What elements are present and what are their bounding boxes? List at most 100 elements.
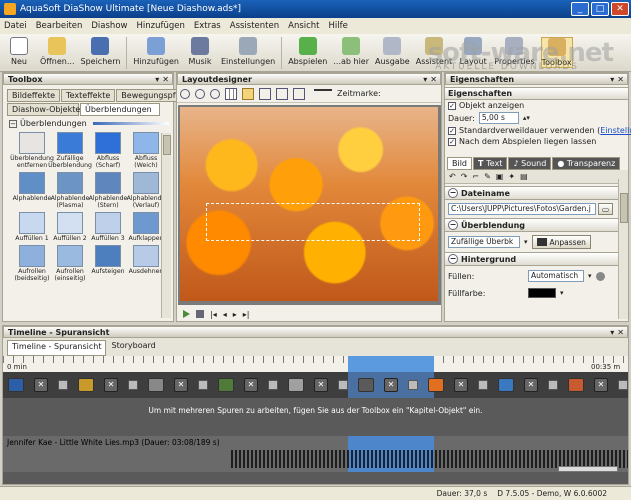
rotate-right-icon[interactable]: ↷ (461, 172, 468, 181)
clip-options-icon[interactable] (338, 380, 348, 390)
section-ueberblendung[interactable]: − Überblendung (445, 218, 628, 232)
edit-icon[interactable]: ✎ (484, 172, 491, 181)
toolbox-scrollbar[interactable] (161, 133, 171, 318)
transition-marker-icon[interactable]: ✕ (34, 378, 48, 392)
first-icon[interactable]: |◂ (210, 310, 217, 319)
tab-storyboard[interactable]: Storyboard (107, 340, 159, 356)
new-button[interactable]: Neu (4, 37, 34, 66)
close-icon[interactable]: ✕ (162, 75, 169, 84)
clip-options-icon[interactable] (548, 380, 558, 390)
fill-color-swatch[interactable] (528, 288, 556, 298)
menu-ansicht[interactable]: Ansicht (288, 21, 319, 31)
duration-spinner[interactable]: ▴▾ (523, 114, 530, 122)
remain-row[interactable]: ✓ Nach dem Abspielen liegen lassen (445, 136, 628, 147)
tab-bildeffekte[interactable]: Bildeffekte (7, 89, 61, 102)
transition-marker-icon[interactable]: ✕ (384, 378, 398, 392)
pin-icon[interactable]: ▾ (610, 75, 614, 84)
file-path-input[interactable]: C:\Users\JUPP\Pictures\Fotos\Garden.j (448, 203, 596, 215)
transition-item[interactable]: Alphablende (13, 172, 51, 209)
transition-item[interactable]: Überblendung entfernen (10, 132, 54, 169)
selection-range[interactable] (348, 356, 434, 372)
duration-input[interactable]: 5,00 s (478, 112, 519, 124)
play-button[interactable]: Abspielen (288, 37, 327, 66)
transition-item[interactable]: Alphablende (Verlauf) (127, 172, 165, 209)
transition-item[interactable]: Auffüllen 2 (53, 212, 87, 242)
close-icon[interactable]: ✕ (430, 75, 437, 84)
close-icon[interactable]: ✕ (617, 75, 624, 84)
menu-bearbeiten[interactable]: Bearbeiten (36, 21, 83, 31)
timeline-clip[interactable] (428, 378, 444, 392)
minimize-button[interactable]: _ (571, 2, 589, 16)
clip-options-icon[interactable] (268, 380, 278, 390)
pin-icon[interactable]: ▾ (155, 75, 159, 84)
align-icon[interactable] (259, 87, 271, 100)
rotate-left-icon[interactable]: ↶ (449, 172, 456, 181)
close-button[interactable]: ✕ (611, 2, 629, 16)
timeline-clip[interactable] (8, 378, 24, 392)
group-header[interactable]: − Überblendungen (9, 119, 169, 128)
section-dateiname[interactable]: − Dateiname (445, 186, 628, 200)
crop-icon[interactable]: ⌐ (472, 172, 479, 181)
transition-marker-icon[interactable]: ✕ (524, 378, 538, 392)
transition-marker-icon[interactable]: ✕ (244, 378, 258, 392)
default-duration-checkbox[interactable]: ✓ (448, 126, 456, 135)
time-ruler[interactable]: 0 min 00:35 m (3, 356, 628, 372)
transition-marker-icon[interactable]: ✕ (314, 378, 328, 392)
maximize-button[interactable]: □ (591, 2, 609, 16)
transition-marker-icon[interactable]: ✕ (594, 378, 608, 392)
collapse-icon[interactable]: − (448, 188, 458, 198)
clip-options-icon[interactable] (198, 380, 208, 390)
timeline-zoom-slider[interactable] (558, 466, 618, 472)
clip-options-icon[interactable] (478, 380, 488, 390)
tab-text[interactable]: T Text (473, 157, 508, 170)
close-icon[interactable]: ✕ (617, 328, 624, 337)
settings-button[interactable]: Einstellungen (221, 37, 275, 66)
add-button[interactable]: Hinzufügen (133, 37, 179, 66)
timeline-clip[interactable] (148, 378, 164, 392)
output-button[interactable]: Ausgabe (375, 37, 410, 66)
tab-texteffekte[interactable]: Texteffekte (61, 89, 116, 102)
transition-item[interactable]: Auffüllen 3 (91, 212, 125, 242)
stop-icon[interactable] (196, 310, 204, 318)
last-icon[interactable]: ▸| (243, 310, 250, 319)
transition-marker-icon[interactable]: ✕ (454, 378, 468, 392)
music-button[interactable]: Musik (185, 37, 215, 66)
transition-marker-icon[interactable]: ✕ (104, 378, 118, 392)
tab-bild[interactable]: Bild (447, 157, 473, 170)
audio-track[interactable]: Jennifer Kae - Little White Lies.mp3 (Da… (3, 436, 628, 472)
transition-item[interactable]: Alphablende (Stern) (89, 172, 127, 209)
transition-item[interactable]: Ausdehnen (129, 245, 163, 282)
timeline-clip[interactable] (568, 378, 584, 392)
chevron-down-icon[interactable]: ▾ (588, 272, 592, 280)
menu-assistenten[interactable]: Assistenten (230, 21, 279, 31)
snap-icon[interactable] (242, 87, 254, 100)
chevron-down-icon[interactable]: ▾ (524, 238, 528, 246)
distribute-icon[interactable] (276, 87, 288, 100)
transition-item[interactable]: Auffüllen 1 (15, 212, 49, 242)
clip-options-icon[interactable] (408, 380, 418, 390)
tab-diashow-objekte[interactable]: Diashow-Objekte (7, 103, 80, 116)
transition-item[interactable]: Abfluss (Weich) (129, 132, 163, 169)
zoom-fit-icon[interactable] (210, 88, 220, 99)
transition-item[interactable]: Aufklappen (129, 212, 164, 242)
adjust-button[interactable]: Anpassen (531, 235, 591, 249)
tab-ueberblendungen[interactable]: Überblendungen (80, 103, 160, 116)
clip-options-icon[interactable] (58, 380, 68, 390)
default-duration-row[interactable]: ✓ Standardverweildauer verwenden (Einstel… (445, 125, 631, 136)
open-button[interactable]: Öffnen... (40, 37, 75, 66)
timeline-clip[interactable] (288, 378, 304, 392)
previous-icon[interactable]: ◂ (223, 310, 227, 319)
section-hintergrund[interactable]: − Hintergrund (445, 252, 628, 266)
transition-item[interactable]: Zufällige Überblendung (48, 132, 92, 169)
timeline-clip[interactable] (218, 378, 234, 392)
clip-options-icon[interactable] (128, 380, 138, 390)
folder-icon[interactable]: ▤ (520, 172, 528, 181)
properties-scrollbar[interactable] (618, 179, 628, 319)
settings-link[interactable]: Einstellunge (600, 126, 631, 135)
zoom-in-icon[interactable] (180, 88, 190, 99)
transition-item[interactable]: Aufrollen (einseitig) (53, 245, 87, 282)
transition-item[interactable]: Aufrollen (beidseitig) (14, 245, 50, 282)
menu-extras[interactable]: Extras (194, 21, 221, 31)
text-frame[interactable] (206, 203, 420, 241)
timeline-clip[interactable] (358, 378, 374, 392)
